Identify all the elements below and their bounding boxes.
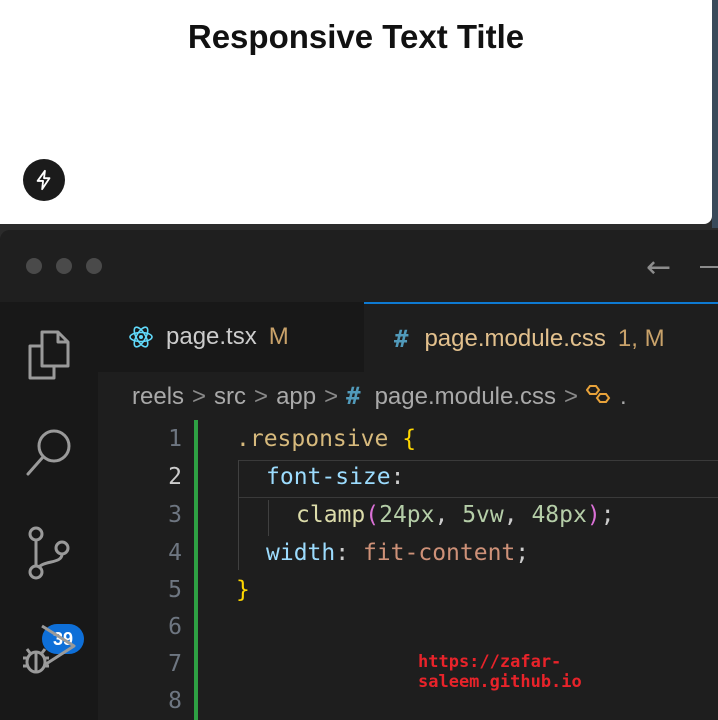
code-editor-window: ← 39 page.tsx M # page.module.css 1, M r…	[0, 230, 718, 720]
activity-bar: 39	[0, 302, 98, 720]
css-selector: .responsive	[236, 426, 389, 452]
editor-tabs: page.tsx M # page.module.css 1, M	[98, 302, 718, 374]
tab-page-tsx[interactable]: page.tsx M	[98, 302, 362, 372]
run-debug-icon[interactable]	[22, 620, 78, 676]
search-icon[interactable]	[22, 426, 78, 482]
react-icon	[128, 324, 154, 350]
breadcrumb: reels > src > app > # page.module.css >.	[132, 382, 627, 413]
chevron-right-icon: >	[324, 383, 339, 410]
css-function: clamp	[296, 502, 366, 528]
tab-modified-status: M	[268, 323, 289, 350]
breadcrumb-item[interactable]: app	[276, 383, 316, 410]
close-brace: }	[236, 577, 250, 603]
breadcrumb-item[interactable]: page.module.css	[375, 383, 556, 410]
css-file-icon: #	[394, 325, 409, 353]
css-value: fit-content	[362, 540, 516, 566]
open-brace: {	[402, 426, 417, 452]
indent-guide	[238, 460, 239, 570]
line-number: 5	[168, 577, 182, 603]
line-number: 6	[168, 614, 182, 640]
maximize-window-button[interactable]	[86, 258, 102, 274]
git-modified-indicator	[194, 420, 198, 720]
css-number: 5vw	[462, 502, 504, 528]
indent-guide	[268, 500, 269, 536]
minimize-window-button[interactable]	[56, 258, 72, 274]
line-number: 4	[168, 540, 182, 566]
line-number: 8	[168, 688, 182, 714]
breadcrumb-more: .	[620, 383, 627, 410]
chevron-right-icon: >	[254, 383, 269, 410]
explorer-icon[interactable]	[22, 326, 78, 382]
tab-label: page.module.css	[424, 325, 606, 352]
code-line-1: .responsive {	[236, 426, 416, 452]
tab-modified-status: 1, M	[617, 325, 665, 352]
source-control-icon[interactable]	[22, 524, 78, 580]
title-bar: ←	[0, 230, 718, 302]
css-number: 24px	[379, 502, 435, 528]
line-number: 3	[168, 502, 182, 528]
close-window-button[interactable]	[26, 258, 42, 274]
code-line-2: font-size:	[266, 464, 405, 490]
css-number: 48px	[531, 502, 587, 528]
breadcrumb-item[interactable]: reels	[132, 383, 184, 410]
code-line-4: width: fit-content;	[266, 540, 530, 566]
arrow-right-icon[interactable]	[700, 266, 718, 268]
chevron-right-icon: >	[192, 383, 207, 410]
window-edge	[712, 0, 718, 228]
breadcrumb-item[interactable]: src	[214, 383, 246, 410]
symbol-icon	[585, 382, 612, 413]
tab-page-module-css[interactable]: # page.module.css 1, M	[364, 302, 718, 374]
browser-preview: Responsive Text Title	[0, 0, 712, 224]
code-line-3: clamp(24px, 5vw, 48px);	[296, 502, 615, 528]
css-file-icon: #	[346, 382, 361, 410]
tab-label: page.tsx	[166, 323, 257, 350]
code-line-5: }	[236, 577, 250, 603]
arrow-left-icon[interactable]: ←	[646, 250, 671, 285]
line-number: 7	[168, 651, 182, 677]
chevron-right-icon: >	[564, 383, 579, 410]
css-property: width	[266, 540, 336, 566]
css-property: font-size	[266, 464, 391, 490]
watermark-url: https://zafar-saleem.github.io	[418, 652, 582, 692]
bolt-icon[interactable]	[23, 159, 65, 201]
line-number: 1	[168, 426, 182, 452]
page-title: Responsive Text Title	[187, 18, 525, 55]
line-number: 2	[168, 464, 182, 490]
